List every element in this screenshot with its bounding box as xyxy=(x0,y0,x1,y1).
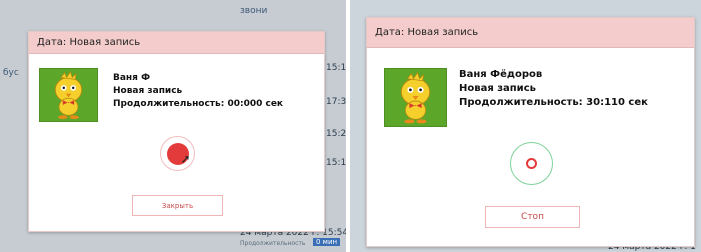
record-info: Ваня Ф Новая запись Продолжительность: 0… xyxy=(113,72,283,111)
avatar xyxy=(384,68,447,127)
backdrop-label-side: бус xyxy=(3,68,19,78)
record-dot-icon: ➚ xyxy=(166,142,191,166)
avatar xyxy=(39,68,98,122)
contact-name: Ваня Фёдоров xyxy=(459,69,543,80)
backdrop-footer-badge: 0 мин xyxy=(313,238,341,246)
record-label: Новая запись xyxy=(459,83,536,94)
backdrop-time: 17:33 xyxy=(326,97,346,107)
backdrop-footer-text: Продолжительность xyxy=(240,240,306,247)
backdrop-time: 15:20 xyxy=(326,129,346,139)
new-record-dialog: Дата: Новая запись Ваня Ф Новая запись П… xyxy=(28,31,325,232)
stop-button[interactable]: Стоп xyxy=(485,206,580,228)
new-record-dialog: Дата: Новая запись Ваня Фёдоров Новая за… xyxy=(366,17,695,247)
mouse-pointer-icon: ➚ xyxy=(180,151,191,166)
record-ring-icon xyxy=(526,158,537,169)
dialog-header: Дата: Новая запись xyxy=(29,32,324,54)
dialog-title: Дата: Новая запись xyxy=(37,37,141,48)
backdrop-label-top: звони xyxy=(240,6,268,16)
backdrop-time: 15:13 xyxy=(326,63,346,73)
chick-avatar-icon xyxy=(385,69,446,126)
record-info: Ваня Фёдоров Новая запись Продолжительно… xyxy=(459,68,648,110)
right-screenshot-panel: 24 марта 2022 г. 1 Дата: Новая запись Ва… xyxy=(350,0,701,252)
dialog-header: Дата: Новая запись xyxy=(367,18,694,48)
dialog-title: Дата: Новая запись xyxy=(375,27,479,38)
contact-name: Ваня Ф xyxy=(113,73,150,83)
chick-avatar-icon xyxy=(40,69,97,121)
record-label: Новая запись xyxy=(113,86,183,96)
close-button[interactable]: Закрыть xyxy=(132,195,223,216)
backdrop-time: 15:17 xyxy=(326,158,346,168)
record-duration: Продолжительность: 30:110 сек xyxy=(459,97,648,108)
record-button[interactable]: ➚ xyxy=(160,136,195,171)
left-screenshot-panel: звони бус 15:13 17:33 15:20 15:17 24 мар… xyxy=(0,0,346,252)
record-duration: Продолжительность: 00:000 сек xyxy=(113,99,284,109)
recording-indicator-button[interactable] xyxy=(510,142,553,185)
